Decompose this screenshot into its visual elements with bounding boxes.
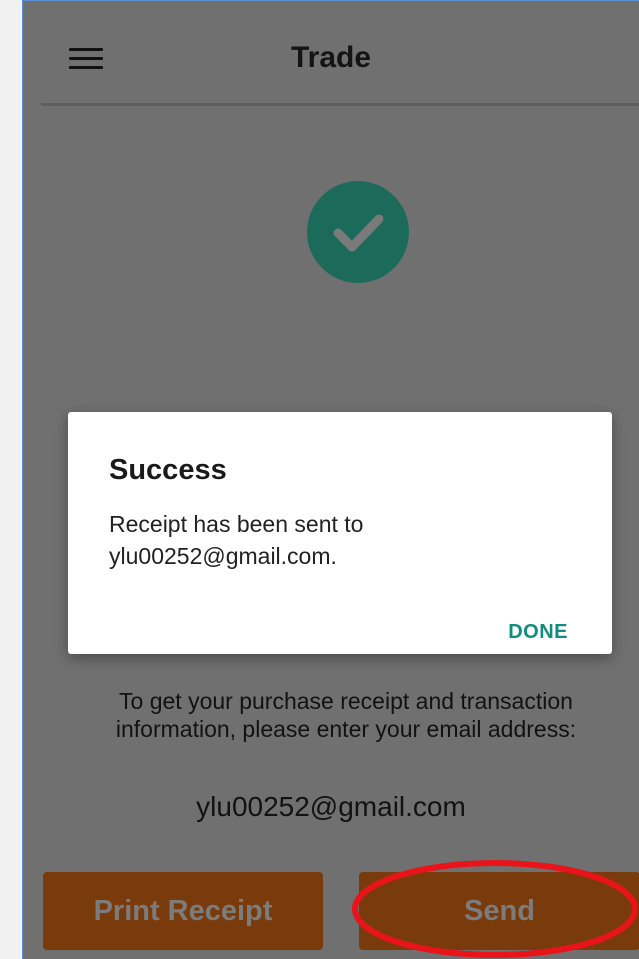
app-bar: Trade — [23, 1, 639, 106]
app-screen: Trade To get your purchase receipt and t… — [22, 0, 639, 959]
done-button[interactable]: DONE — [508, 621, 568, 644]
app-bar-divider — [41, 103, 639, 106]
success-dialog: Success Receipt has been sent to ylu0025… — [68, 412, 612, 654]
send-button[interactable]: Send — [359, 872, 639, 950]
page-title: Trade — [290, 41, 372, 74]
instruction-line-1: To get your purchase receipt and transac… — [119, 688, 573, 714]
print-receipt-button[interactable]: Print Receipt — [43, 872, 323, 950]
window-gutter — [0, 0, 22, 959]
receipt-instruction-text: To get your purchase receipt and transac… — [63, 687, 629, 743]
dialog-message: Receipt has been sent to ylu00252@gmail.… — [109, 508, 569, 572]
success-check-icon — [307, 181, 409, 283]
instruction-line-2: information, please enter your email add… — [115, 716, 577, 742]
dialog-message-line-1: Receipt has been sent to — [109, 511, 364, 537]
dialog-message-line-2: ylu00252@gmail.com. — [109, 543, 337, 569]
dialog-title: Success — [109, 454, 227, 486]
email-field[interactable]: ylu00252@gmail.com — [23, 791, 639, 823]
